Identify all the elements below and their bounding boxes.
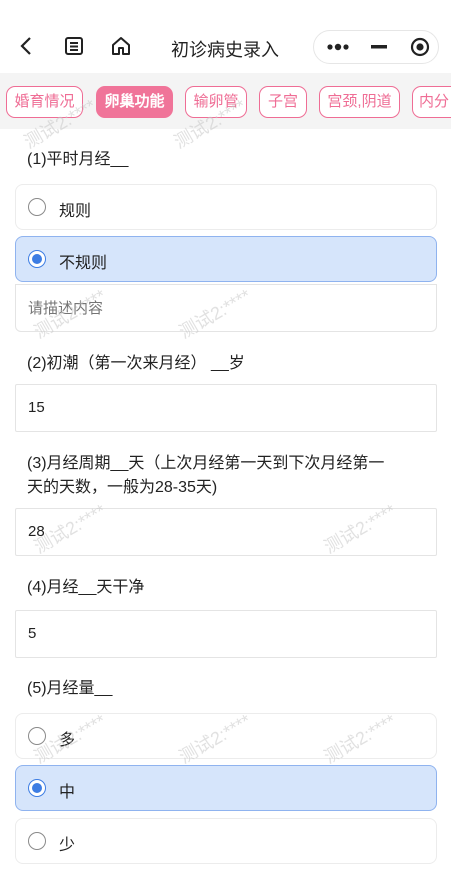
option-label: 多: [59, 732, 76, 749]
question-1-label: (1)平时月经__: [27, 151, 129, 168]
question-4-label: (4)月经__天干净: [27, 579, 145, 596]
minimize-icon[interactable]: [362, 31, 396, 63]
home-icon[interactable]: [109, 34, 133, 58]
more-dots-icon[interactable]: [318, 31, 358, 63]
option-label: 规则: [59, 203, 92, 220]
tab-uterus[interactable]: 子宫: [259, 86, 307, 118]
option-label: 中: [59, 784, 76, 801]
q1-option-irregular[interactable]: 不规则: [15, 236, 437, 282]
radio-unchecked-icon[interactable]: [28, 832, 46, 850]
q5-option-medium[interactable]: 中: [15, 765, 437, 811]
radio-checked-icon[interactable]: [28, 779, 46, 797]
q5-option-light[interactable]: 少: [15, 818, 437, 864]
tab-cervix-vagina[interactable]: 宫颈,阴道: [319, 86, 400, 118]
capsule-menu: [313, 30, 439, 64]
chevron-left-icon[interactable]: [14, 34, 38, 58]
question-5-label: (5)月经量__: [27, 680, 113, 697]
tab-ovarian-function[interactable]: 卵巢功能: [96, 86, 173, 118]
q1-describe-input[interactable]: [15, 284, 437, 332]
option-label: 少: [59, 837, 76, 854]
question-3-label-line2: 天的天数，一般为28-35天): [27, 479, 218, 496]
radio-unchecked-icon[interactable]: [28, 727, 46, 745]
tab-endocrine[interactable]: 内分: [412, 86, 451, 118]
tab-fallopian-tube[interactable]: 输卵管: [185, 86, 247, 118]
option-label: 不规则: [59, 255, 108, 272]
document-list-icon[interactable]: [62, 34, 86, 58]
question-2-label: (2)初潮（第一次来月经） __岁: [27, 355, 245, 372]
q1-option-regular[interactable]: 规则: [15, 184, 437, 230]
q5-option-heavy[interactable]: 多: [15, 713, 437, 759]
q2-age-input[interactable]: 15: [15, 384, 437, 432]
page-title: 初诊病史录入: [171, 40, 279, 60]
question-3-label-line1: (3)月经周期__天（上次月经第一天到下次月经第一: [27, 455, 385, 472]
section-tab-bar: 婚育情况 卵巢功能 输卵管 子宫 宫颈,阴道 内分: [0, 73, 451, 129]
radio-unchecked-icon[interactable]: [28, 198, 46, 216]
q4-duration-input[interactable]: 5: [15, 610, 437, 658]
radio-checked-icon[interactable]: [28, 250, 46, 268]
target-close-icon[interactable]: [402, 31, 438, 63]
q3-cycle-input[interactable]: 28: [15, 508, 437, 556]
tab-marriage[interactable]: 婚育情况: [6, 86, 83, 118]
